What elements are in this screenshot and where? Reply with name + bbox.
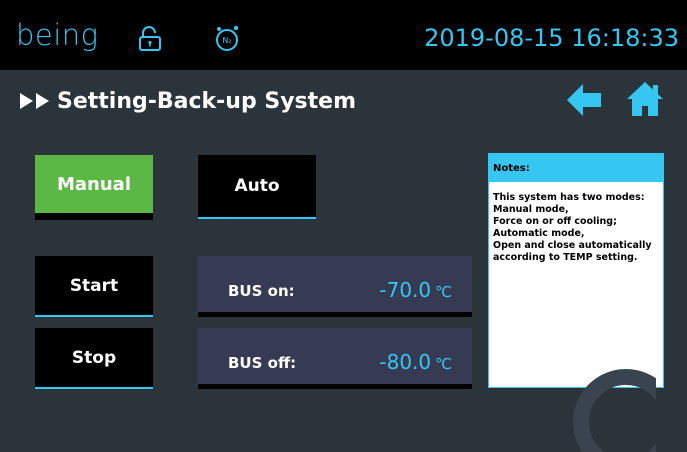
bus-on-panel: BUS on: -70.0 ℃ [198, 256, 472, 312]
bus-off-value: -80.0 [379, 350, 432, 374]
datetime-display: 2019-08-15 16:18:33 [424, 24, 679, 52]
home-icon[interactable] [627, 82, 663, 116]
notes-title: Notes: [489, 154, 663, 182]
nitrogen-alarm-icon: N₂ [216, 25, 239, 51]
bus-on-panel-base [198, 312, 472, 317]
notes-body: This system has two modes: Manual mode, … [493, 192, 652, 263]
bus-off-panel: BUS off: -80.0 ℃ [198, 328, 472, 384]
play-arrow-icon [36, 93, 49, 109]
stop-button[interactable]: Stop [35, 328, 153, 389]
bus-on-unit: ℃ [435, 283, 452, 301]
auto-mode-button[interactable]: Auto [198, 155, 316, 219]
notes-panel: Notes: This system has two modes: Manual… [488, 153, 664, 388]
bus-off-unit: ℃ [435, 355, 452, 373]
lock-open-icon [139, 26, 161, 51]
bus-on-value: -70.0 [379, 278, 432, 302]
play-arrow-icon [20, 93, 33, 109]
top-bar: being N₂ 2019-08-15 16:18:33 [0, 0, 687, 70]
bus-on-value-wrap: -70.0 ℃ [379, 278, 452, 302]
decorative-arc [573, 369, 656, 452]
page-title: Setting-Back-up System [57, 88, 357, 114]
bus-off-label: BUS off: [228, 354, 297, 372]
n2-label: N₂ [222, 36, 231, 45]
being-logo: being [16, 18, 99, 52]
bus-on-label: BUS on: [228, 282, 295, 300]
start-button[interactable]: Start [35, 256, 153, 317]
back-arrow-icon[interactable] [567, 84, 601, 116]
manual-mode-button[interactable]: Manual [35, 155, 153, 213]
bus-off-value-wrap: -80.0 ℃ [379, 350, 452, 374]
bus-off-panel-base [198, 384, 472, 389]
page-title-row: Setting-Back-up System [20, 86, 356, 116]
